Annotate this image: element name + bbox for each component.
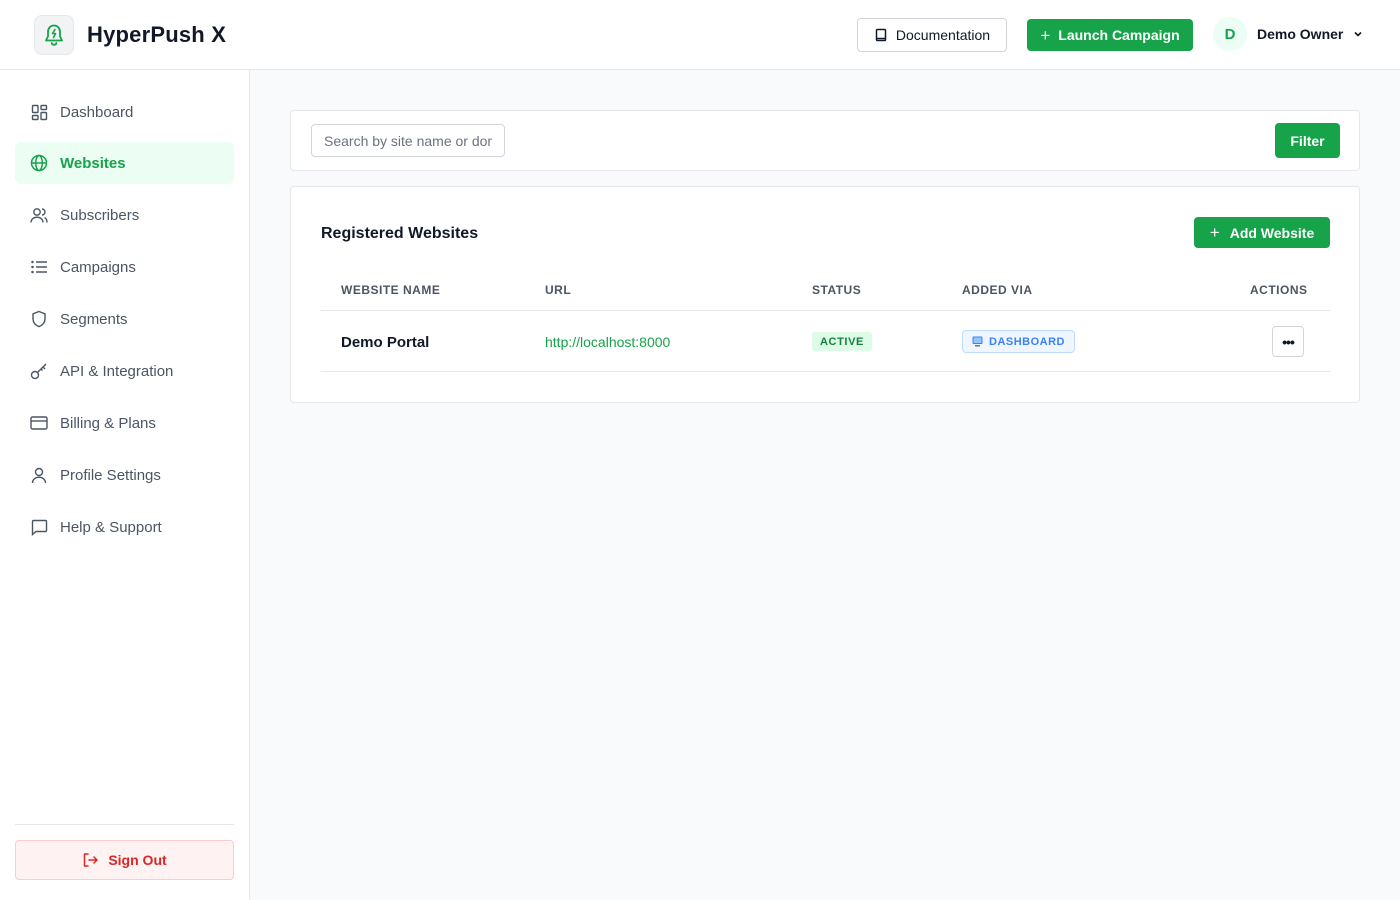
- sidebar-item-label: Billing & Plans: [60, 414, 156, 432]
- add-website-label: Add Website: [1229, 224, 1315, 241]
- launch-campaign-button[interactable]: + Launch Campaign: [1027, 19, 1193, 51]
- chat-icon: [30, 518, 48, 536]
- sidebar-item-subscribers[interactable]: Subscribers: [15, 194, 234, 236]
- sidebar: Dashboard Websites Subscribers Campaigns…: [0, 70, 250, 900]
- more-actions-button[interactable]: •••: [1272, 326, 1304, 357]
- sidebar-item-campaigns[interactable]: Campaigns: [15, 246, 234, 288]
- list-icon: [30, 258, 48, 276]
- sidebar-item-segments[interactable]: Segments: [15, 298, 234, 340]
- plus-icon: +: [1209, 223, 1220, 242]
- sidebar-item-api-integration[interactable]: API & Integration: [15, 350, 234, 392]
- avatar: D: [1213, 17, 1247, 51]
- sidebar-item-profile-settings[interactable]: Profile Settings: [15, 454, 234, 496]
- user-name: Demo Owner: [1257, 26, 1344, 42]
- sign-out-label: Sign Out: [108, 852, 167, 868]
- top-bar: HyperPush X Documentation + Launch Campa…: [0, 0, 1400, 70]
- dashboard-icon: [30, 103, 48, 121]
- website-name: Demo Portal: [341, 334, 430, 351]
- credit-card-icon: [30, 414, 48, 432]
- sidebar-item-label: Subscribers: [60, 206, 140, 224]
- sidebar-item-label: Dashboard: [60, 103, 134, 121]
- added-via-badge: DASHBOARD: [962, 330, 1075, 353]
- brand[interactable]: HyperPush X: [34, 15, 226, 55]
- key-icon: [30, 362, 48, 380]
- status-badge: ACTIVE: [812, 332, 872, 351]
- column-header-status: STATUS: [812, 283, 862, 297]
- sidebar-divider: [15, 824, 234, 825]
- sidebar-item-help-support[interactable]: Help & Support: [15, 506, 234, 548]
- column-header-url: URL: [545, 283, 572, 297]
- globe-icon: [30, 154, 48, 172]
- sidebar-item-websites[interactable]: Websites: [15, 142, 234, 184]
- documentation-button[interactable]: Documentation: [857, 18, 1007, 52]
- brand-name: HyperPush X: [87, 22, 227, 47]
- chevron-down-icon: [1354, 31, 1362, 37]
- book-icon: [875, 28, 887, 42]
- user-menu[interactable]: D Demo Owner: [1213, 17, 1363, 51]
- documentation-label: Documentation: [895, 27, 991, 43]
- table-header-divider: [321, 310, 1330, 311]
- add-website-button[interactable]: + Add Website: [1194, 217, 1330, 248]
- user-icon: [30, 466, 48, 484]
- sidebar-item-billing-plans[interactable]: Billing & Plans: [15, 402, 234, 444]
- users-icon: [30, 206, 48, 224]
- website-url-link[interactable]: http://localhost:8000: [545, 334, 670, 350]
- sidebar-item-label: API & Integration: [60, 362, 174, 380]
- search-input[interactable]: [311, 124, 505, 157]
- sidebar-item-label: Profile Settings: [60, 466, 161, 484]
- filter-button[interactable]: Filter: [1275, 123, 1340, 158]
- more-icon: •••: [1282, 333, 1295, 350]
- websites-card: Registered Websites + Add Website WEBSIT…: [290, 186, 1360, 403]
- launch-campaign-label: Launch Campaign: [1058, 27, 1180, 43]
- sidebar-item-label: Campaigns: [60, 258, 136, 276]
- shield-icon: [30, 310, 48, 328]
- logout-icon: [84, 853, 99, 867]
- sign-out-button[interactable]: Sign Out: [15, 840, 234, 880]
- sidebar-item-dashboard[interactable]: Dashboard: [15, 91, 234, 133]
- plus-icon: +: [1040, 25, 1051, 45]
- column-header-actions: ACTIONS: [1250, 283, 1308, 297]
- search-card: Filter: [290, 110, 1360, 171]
- bell-icon: [34, 15, 74, 55]
- column-header-website-name: WEBSITE NAME: [341, 283, 441, 297]
- table-row-divider: [321, 371, 1330, 372]
- monitor-icon: [972, 336, 983, 347]
- sidebar-item-label: Help & Support: [60, 518, 162, 536]
- card-title: Registered Websites: [321, 225, 479, 242]
- column-header-added-via: ADDED VIA: [962, 283, 1033, 297]
- sidebar-item-label: Websites: [60, 154, 126, 172]
- added-via-label: DASHBOARD: [989, 335, 1065, 348]
- sidebar-item-label: Segments: [60, 310, 128, 328]
